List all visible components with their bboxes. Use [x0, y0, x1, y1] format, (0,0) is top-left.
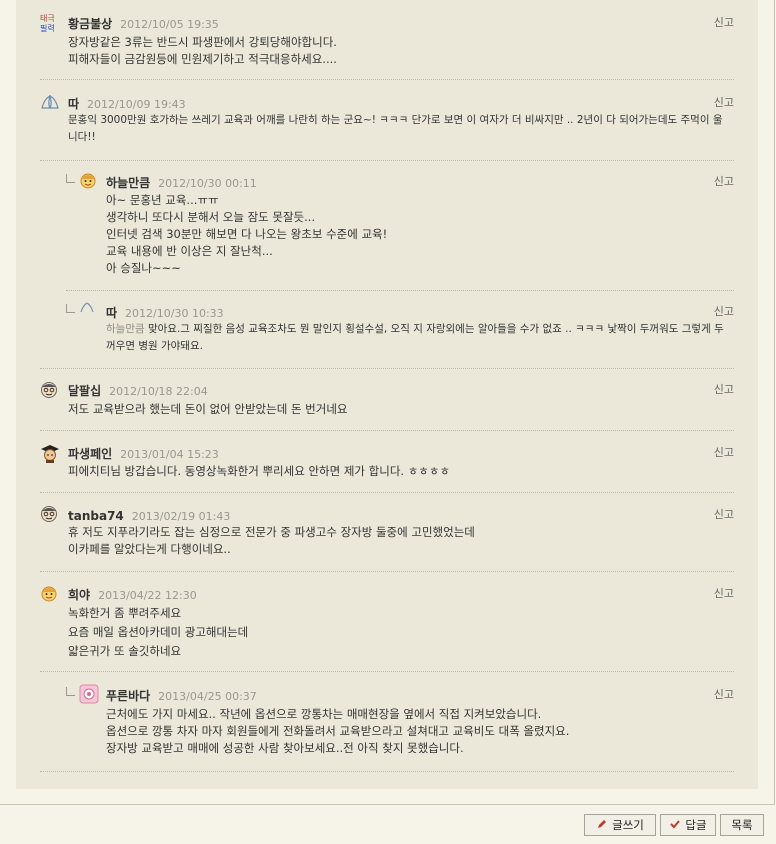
report-link[interactable]: 신고	[714, 173, 734, 189]
reply-arrow-icon	[66, 174, 75, 183]
reply-arrow-icon	[66, 687, 75, 696]
reply-button[interactable]: 답글	[660, 814, 716, 836]
comment-author[interactable]: tanba74	[68, 509, 124, 523]
avatar	[79, 171, 97, 189]
report-link[interactable]: 신고	[714, 444, 734, 460]
comment-text: 휴 저도 지푸라기라도 잡는 심정으로 전문가 중 파생고수 장자방 둘중에 고…	[68, 525, 475, 556]
wing-icon	[79, 301, 97, 319]
wing-icon	[40, 94, 59, 112]
divider	[40, 571, 734, 572]
report-link[interactable]: 신고	[714, 381, 734, 397]
comment-author[interactable]: 하늘만큼	[106, 176, 150, 190]
comment-text: 아~ 문홍년 교육...ㅠㅠ 생각하니 또다시 분해서 오늘 잠도 못잘듯...…	[106, 193, 388, 275]
comment-text: 문홍익 3000만원 호가하는 쓰레기 교육과 어깨를 나란히 하는 군요~! …	[68, 114, 723, 143]
avatar	[40, 505, 58, 523]
comment-author[interactable]: 달팔십	[68, 384, 101, 398]
mention-tag[interactable]: 하늘만큼	[106, 323, 145, 335]
comment-text: 장자방같은 3류는 반드시 파생판에서 강퇴당해야합니다. 피해자들이 금감원등…	[68, 35, 337, 66]
divider	[40, 79, 734, 80]
comment-text: 피에치티님 방갑습니다. 동영상녹화한거 뿌리세요 안하면 제가 합니다. ㅎㅎ…	[68, 464, 451, 478]
list-button[interactable]: 목록	[720, 814, 764, 836]
report-link[interactable]: 신고	[714, 585, 734, 601]
comment-author[interactable]: 따	[106, 306, 117, 320]
comment-author[interactable]: 파생페인	[68, 447, 112, 461]
report-link[interactable]: 신고	[714, 94, 734, 110]
comment-text: 저도 교육받으라 했는데 돈이 없어 안받았는데 돈 번거네요	[68, 402, 348, 416]
pencil-icon	[596, 818, 608, 833]
comment-date: 2012/10/05 19:35	[120, 18, 219, 31]
write-button[interactable]: 글쓰기	[584, 814, 656, 836]
comment-date: 2012/10/30 10:33	[125, 307, 224, 320]
badge-icon: 태극 필력	[40, 12, 58, 33]
divider	[66, 290, 734, 291]
report-link[interactable]: 신고	[714, 506, 734, 522]
avatar	[79, 684, 99, 704]
divider	[40, 671, 734, 672]
svg-text:필력: 필력	[40, 23, 55, 33]
report-link[interactable]: 신고	[714, 303, 734, 319]
comment-author[interactable]: 푸른바다	[106, 689, 150, 703]
divider	[40, 771, 734, 772]
comment-author[interactable]: 희야	[68, 588, 90, 602]
divider	[40, 368, 734, 369]
check-icon	[669, 818, 681, 833]
comment-date: 2013/01/04 15:23	[120, 448, 219, 461]
avatar	[40, 584, 58, 602]
comment-date: 2013/04/22 12:30	[98, 589, 197, 602]
comment-text: 녹화한거 좀 뿌려주세요 요즘 매일 옵션아카데미 광고해대는데 얇은귀가 또 …	[68, 606, 249, 658]
comment-date: 2012/10/18 22:04	[109, 385, 208, 398]
report-link[interactable]: 신고	[714, 14, 734, 30]
comment-date: 2013/04/25 00:37	[158, 690, 257, 703]
comment-text: 하늘만큼 맞아요.그 찌질한 음성 교육조차도 뭔 말인지 횡설수설, 오직 지…	[106, 323, 724, 352]
report-link[interactable]: 신고	[714, 686, 734, 702]
divider	[40, 492, 734, 493]
comment-date: 2013/02/19 01:43	[131, 510, 231, 523]
comment-author[interactable]: 따	[68, 97, 79, 111]
comment-date: 2012/10/09 19:43	[87, 98, 186, 111]
avatar	[40, 381, 58, 399]
comment-date: 2012/10/30 00:11	[158, 177, 257, 190]
graduate-icon	[40, 443, 59, 463]
comment-author[interactable]: 황금불상	[68, 17, 112, 31]
reply-arrow-icon	[66, 304, 75, 313]
divider	[40, 160, 734, 161]
svg-text:태극: 태극	[40, 14, 55, 23]
divider	[40, 430, 734, 431]
comment-list: 태극 필력 황금불상 2012/10/05 19:35 신고 장자방같은 3류는 반…	[16, 0, 758, 789]
comment-text: 근처에도 가지 마세요.. 작년에 옵션으로 깡통차는 매매현장을 옆에서 직접…	[106, 707, 570, 755]
